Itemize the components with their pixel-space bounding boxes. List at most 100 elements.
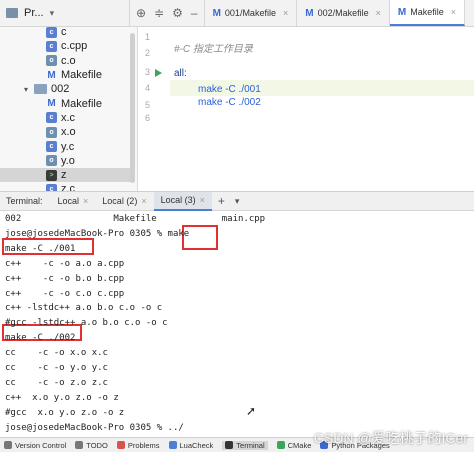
tree-item-label: Makefile bbox=[61, 69, 102, 82]
branch-icon bbox=[4, 441, 12, 449]
editor-tab-makefile[interactable]: M Makefile × bbox=[389, 0, 465, 26]
tab-label: 002/Makefile bbox=[317, 8, 369, 18]
tree-item-label: y.c bbox=[61, 140, 75, 153]
makefile-icon: M bbox=[397, 6, 407, 18]
terminal-output[interactable]: 002 Makefile main.cpp jose@josedeMacBook-… bbox=[0, 211, 474, 434]
top-tab-bar: Pr... ▾ ⊕ ≑ ⚙ – M 001/Makefile × M 002/M… bbox=[0, 0, 474, 27]
tree-item[interactable]: c y.c bbox=[0, 139, 132, 153]
folder-icon bbox=[34, 84, 47, 95]
c-file-icon: c bbox=[46, 183, 57, 191]
c-file-icon: c bbox=[46, 27, 57, 38]
project-panel-header[interactable]: Pr... ▾ bbox=[0, 0, 130, 26]
line-number: 4 bbox=[144, 83, 150, 93]
terminal-line: make -C ./002 bbox=[5, 333, 76, 344]
object-file-icon: o bbox=[46, 126, 57, 138]
terminal-line: cc -c -o y.o y.c bbox=[5, 363, 108, 373]
makefile-icon: M bbox=[305, 7, 314, 19]
terminal-line: cc -c -o z.o z.c bbox=[5, 377, 108, 388]
makefile-icon: M bbox=[47, 98, 56, 110]
tree-item[interactable]: > z bbox=[0, 167, 132, 183]
object-file-icon: o bbox=[46, 55, 57, 67]
project-tree: c c c c.cpp o c.o M Makefile ▾ 002 M Makefile c x.c o x… bbox=[0, 27, 138, 191]
expand-icon[interactable]: ⊕ bbox=[136, 6, 146, 20]
c-file-icon: c bbox=[46, 141, 57, 153]
tree-item[interactable]: o c.o bbox=[0, 54, 132, 68]
mouse-pointer-icon: ➚ bbox=[246, 404, 257, 418]
project-panel-title: Pr... bbox=[24, 7, 44, 19]
status-label: CMake bbox=[287, 440, 312, 450]
tree-item[interactable]: M Makefile bbox=[0, 68, 132, 82]
terminal-line: #gcc x.o y.o z.o -o z bbox=[5, 407, 125, 418]
code-target: all: bbox=[174, 68, 187, 79]
terminal-line: c++ -c -o c.o c.cpp bbox=[5, 288, 125, 299]
terminal-line: #gcc -lstdc++ a.o b.o c.o -o c bbox=[5, 318, 168, 329]
close-icon[interactable]: × bbox=[200, 195, 205, 205]
status-cmake[interactable]: CMake bbox=[276, 440, 312, 450]
cpp-file-icon: c bbox=[46, 40, 57, 52]
chevron-down-icon[interactable]: ▾ bbox=[231, 196, 244, 207]
chevron-down-icon[interactable]: ▾ bbox=[50, 8, 55, 19]
status-label: Terminal bbox=[236, 440, 265, 450]
tree-item-label: x.o bbox=[61, 126, 76, 139]
tree-item[interactable]: cc bbox=[0, 27, 132, 39]
editor-tab-002-makefile[interactable]: M 002/Makefile × bbox=[297, 0, 390, 26]
terminal-line: make -C ./001 bbox=[5, 243, 76, 254]
line-number: 2 bbox=[144, 48, 150, 58]
cmake-icon bbox=[276, 441, 285, 449]
tree-item-label: c.cpp bbox=[61, 40, 88, 53]
code-command: make -C ./002 bbox=[198, 97, 261, 108]
tree-item[interactable]: c x.c bbox=[0, 111, 132, 125]
warning-icon bbox=[116, 441, 125, 449]
tree-item[interactable]: M Makefile bbox=[0, 96, 132, 110]
status-luacheck[interactable]: LuaCheck bbox=[168, 441, 213, 450]
tree-item[interactable]: o x.o bbox=[0, 125, 132, 139]
chevron-down-icon[interactable]: ▾ bbox=[24, 85, 34, 94]
terminal-line: 002 Makefile main.cpp bbox=[5, 214, 266, 224]
line-number: 3 bbox=[144, 67, 150, 77]
tree-item[interactable]: o y.o bbox=[0, 154, 132, 168]
code-comment: #-C 指定工作目录 bbox=[174, 44, 253, 55]
c-file-icon: c bbox=[46, 112, 57, 124]
close-icon[interactable]: × bbox=[451, 7, 456, 17]
tab-label: Local (3) bbox=[160, 195, 196, 205]
tree-item[interactable]: c c.cpp bbox=[0, 39, 132, 53]
tree-item[interactable]: c z.c bbox=[0, 182, 132, 191]
minimize-icon[interactable]: – bbox=[191, 6, 198, 20]
run-target-icon[interactable] bbox=[155, 69, 162, 77]
line-number: 6 bbox=[144, 113, 150, 123]
tree-item-label: 002 bbox=[51, 83, 70, 96]
code-command: make -C ./001 bbox=[198, 84, 261, 95]
status-problems[interactable]: Problems bbox=[116, 441, 160, 450]
close-icon[interactable]: × bbox=[141, 196, 146, 206]
watermark: CSDN @爱吃桃子的ICer bbox=[313, 430, 468, 446]
list-icon bbox=[75, 441, 84, 449]
tree-item-label: z bbox=[61, 169, 67, 182]
collapse-icon[interactable]: ≑ bbox=[154, 6, 164, 20]
tab-label: Makefile bbox=[410, 7, 444, 17]
code-editor[interactable]: 1 2 3 4 5 6 #-C 指定工作目录 all: make -C ./00… bbox=[138, 27, 474, 191]
status-terminal[interactable]: Terminal bbox=[222, 440, 268, 450]
line-number: 1 bbox=[144, 32, 150, 42]
tree-item[interactable]: ▾ 002 bbox=[0, 82, 132, 96]
terminal-tab-local[interactable]: Local × bbox=[51, 192, 96, 211]
status-version-control[interactable]: Version Control bbox=[4, 441, 66, 450]
terminal-line: c++ -c -o a.o a.cpp bbox=[5, 258, 125, 269]
new-terminal-icon[interactable]: + bbox=[212, 194, 231, 208]
terminal-line: jose@josedeMacBook-Pro 0305 % make bbox=[5, 228, 190, 239]
tab-label: 001/Makefile bbox=[224, 8, 276, 18]
tab-label: Local bbox=[57, 196, 80, 206]
tree-scrollbar[interactable] bbox=[130, 33, 135, 183]
terminal-line: c++ -lstdc++ a.o b.o c.o -o c bbox=[5, 303, 163, 314]
terminal-tab-local-3[interactable]: Local (3) × bbox=[153, 191, 212, 211]
gear-icon[interactable]: ⚙ bbox=[172, 6, 183, 20]
folder-icon bbox=[6, 8, 18, 18]
terminal-tab-local-2[interactable]: Local (2) × bbox=[95, 192, 153, 211]
tab-label: Local (2) bbox=[102, 196, 138, 206]
close-icon[interactable]: × bbox=[83, 196, 88, 206]
status-todo[interactable]: TODO bbox=[75, 441, 108, 450]
close-icon[interactable]: × bbox=[376, 8, 381, 18]
close-icon[interactable]: × bbox=[283, 8, 288, 18]
object-file-icon: o bbox=[46, 155, 57, 167]
tree-item-label: c bbox=[61, 27, 67, 39]
editor-tab-001-makefile[interactable]: M 001/Makefile × bbox=[205, 0, 298, 26]
